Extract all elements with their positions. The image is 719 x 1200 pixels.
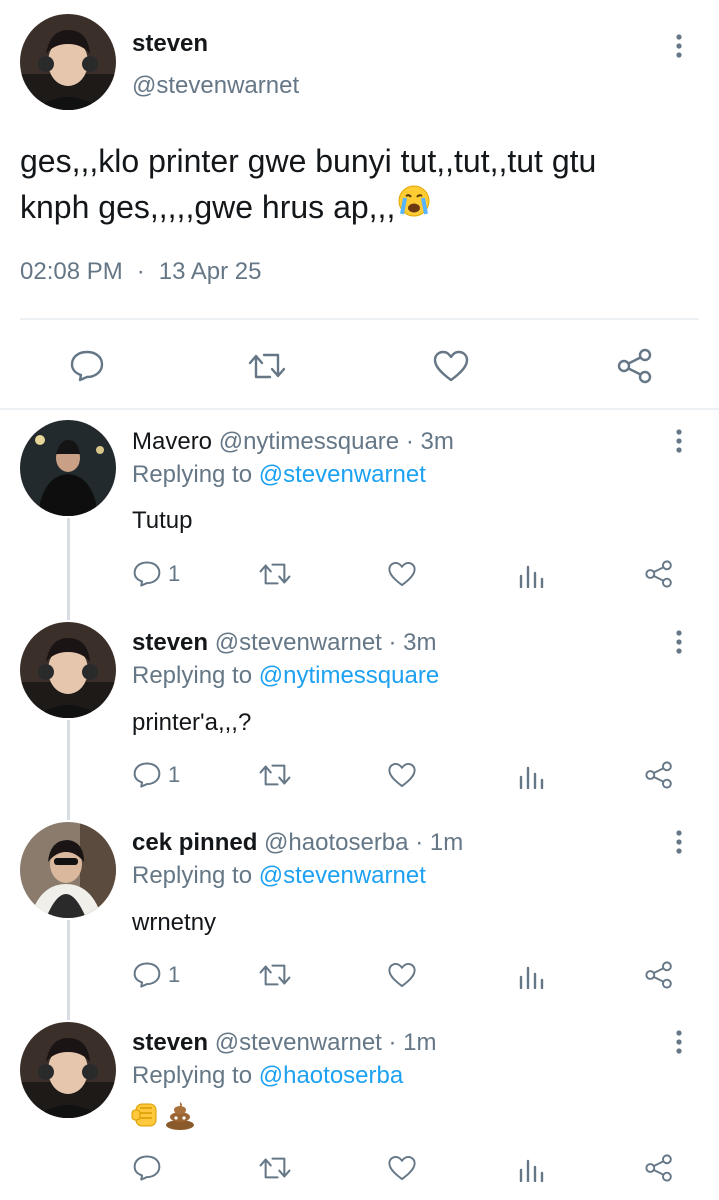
timestamp: · 3m xyxy=(388,629,437,656)
retweet-icon[interactable] xyxy=(258,761,292,789)
reply-icon[interactable] xyxy=(132,560,162,588)
replying-prefix: Replying to xyxy=(132,862,253,889)
reply-count: 1 xyxy=(168,962,181,987)
display-name[interactable]: steven xyxy=(132,1029,208,1056)
tweet-text-line-2: knph ges,,,,,gwe hrus ap,,, xyxy=(20,184,700,230)
retweet-icon[interactable] xyxy=(244,343,290,389)
analytics-icon[interactable] xyxy=(518,763,544,789)
analytics-icon[interactable] xyxy=(518,963,544,989)
timestamp: · 3m xyxy=(405,428,454,455)
more-options-icon[interactable] xyxy=(667,630,691,654)
tweet-date: 13 Apr 25 xyxy=(158,258,262,285)
analytics-icon[interactable] xyxy=(518,1156,544,1182)
tweet-meta: 02:08 PM · 13 Apr 25 xyxy=(20,258,261,286)
pile-of-poo-icon xyxy=(164,1100,196,1135)
display-name[interactable]: Mavero xyxy=(132,428,212,455)
handle[interactable]: @haotoserba xyxy=(264,829,408,856)
timestamp: · 1m xyxy=(415,829,464,856)
reply-icon[interactable] xyxy=(132,961,162,989)
loudly-crying-face-icon xyxy=(397,184,431,230)
analytics-icon[interactable] xyxy=(518,562,544,588)
reply-text: wrnetny xyxy=(132,909,217,936)
tweet-text-line-1: ges,,,klo printer gwe bunyi tut,,tut,,tu… xyxy=(20,143,597,179)
meta-separator: · xyxy=(136,258,145,285)
replying-prefix: Replying to xyxy=(132,1062,253,1089)
share-icon[interactable] xyxy=(644,559,674,589)
handle[interactable]: @stevenwarnet xyxy=(132,72,299,100)
section-divider xyxy=(0,408,719,410)
share-icon[interactable] xyxy=(644,960,674,990)
reply-action[interactable]: 1 xyxy=(132,560,180,588)
share-icon[interactable] xyxy=(644,1153,674,1183)
reply-icon[interactable] xyxy=(132,1154,162,1182)
like-icon[interactable] xyxy=(387,961,417,989)
divider xyxy=(20,318,699,320)
like-icon[interactable] xyxy=(387,1154,417,1182)
like-icon[interactable] xyxy=(387,560,417,588)
reply-text: printer'a,,,? xyxy=(132,709,252,736)
avatar[interactable] xyxy=(20,14,116,110)
avatar[interactable] xyxy=(20,420,116,516)
like-icon[interactable] xyxy=(428,343,474,389)
replying-to-link[interactable]: @stevenwarnet xyxy=(259,461,426,488)
retweet-icon[interactable] xyxy=(258,961,292,989)
more-options-icon[interactable] xyxy=(667,34,691,58)
timestamp: · 1m xyxy=(388,1029,437,1056)
reply-count: 1 xyxy=(168,561,181,586)
reply-icon[interactable] xyxy=(132,761,162,789)
replying-to: Replying to @nytimessquare xyxy=(132,662,439,690)
retweet-icon[interactable] xyxy=(258,560,292,588)
like-icon[interactable] xyxy=(387,761,417,789)
reply-emojis xyxy=(130,1100,196,1135)
thread-line xyxy=(67,920,70,1020)
tweet-time: 02:08 PM xyxy=(20,258,123,285)
avatar[interactable] xyxy=(20,822,116,918)
replying-to: Replying to @stevenwarnet xyxy=(132,862,426,890)
share-icon[interactable] xyxy=(612,343,658,389)
more-options-icon[interactable] xyxy=(667,830,691,854)
replying-to: Replying to @stevenwarnet xyxy=(132,461,426,489)
avatar[interactable] xyxy=(20,622,116,718)
reply-header: steven @stevenwarnet · 3m xyxy=(132,629,437,657)
more-options-icon[interactable] xyxy=(667,429,691,453)
replying-prefix: Replying to xyxy=(132,461,253,488)
replying-to: Replying to @haotoserba xyxy=(132,1062,403,1090)
display-name[interactable]: cek pinned xyxy=(132,829,257,856)
handle[interactable]: @nytimessquare xyxy=(219,428,399,455)
share-icon[interactable] xyxy=(644,760,674,790)
reply-text: Tutup xyxy=(132,507,193,534)
reply-count: 1 xyxy=(168,762,181,787)
retweet-icon[interactable] xyxy=(258,1154,292,1182)
reply-action[interactable]: 1 xyxy=(132,761,180,789)
replying-prefix: Replying to xyxy=(132,662,253,689)
thread-line xyxy=(67,518,70,620)
thread-line xyxy=(67,720,70,820)
reply-action[interactable]: 1 xyxy=(132,961,180,989)
reply-header: cek pinned @haotoserba · 1m xyxy=(132,829,463,857)
reply-header: Mavero @nytimessquare · 3m xyxy=(132,428,454,456)
replying-to-link[interactable]: @stevenwarnet xyxy=(259,862,426,889)
reply-header: steven @stevenwarnet · 1m xyxy=(132,1029,437,1057)
handle[interactable]: @stevenwarnet xyxy=(215,629,382,656)
replying-to-link[interactable]: @haotoserba xyxy=(259,1062,403,1089)
reply-icon[interactable] xyxy=(64,343,110,389)
fist-bump-icon xyxy=(130,1100,162,1135)
handle[interactable]: @stevenwarnet xyxy=(215,1029,382,1056)
tweet-text: ges,,,klo printer gwe bunyi tut,,tut,,tu… xyxy=(20,138,700,230)
tweet-text-line-2-content: knph ges,,,,,gwe hrus ap,,, xyxy=(20,189,396,225)
replying-to-link[interactable]: @nytimessquare xyxy=(259,662,439,689)
display-name[interactable]: steven xyxy=(132,629,208,656)
more-options-icon[interactable] xyxy=(667,1030,691,1054)
avatar[interactable] xyxy=(20,1022,116,1118)
display-name[interactable]: steven xyxy=(132,30,208,58)
